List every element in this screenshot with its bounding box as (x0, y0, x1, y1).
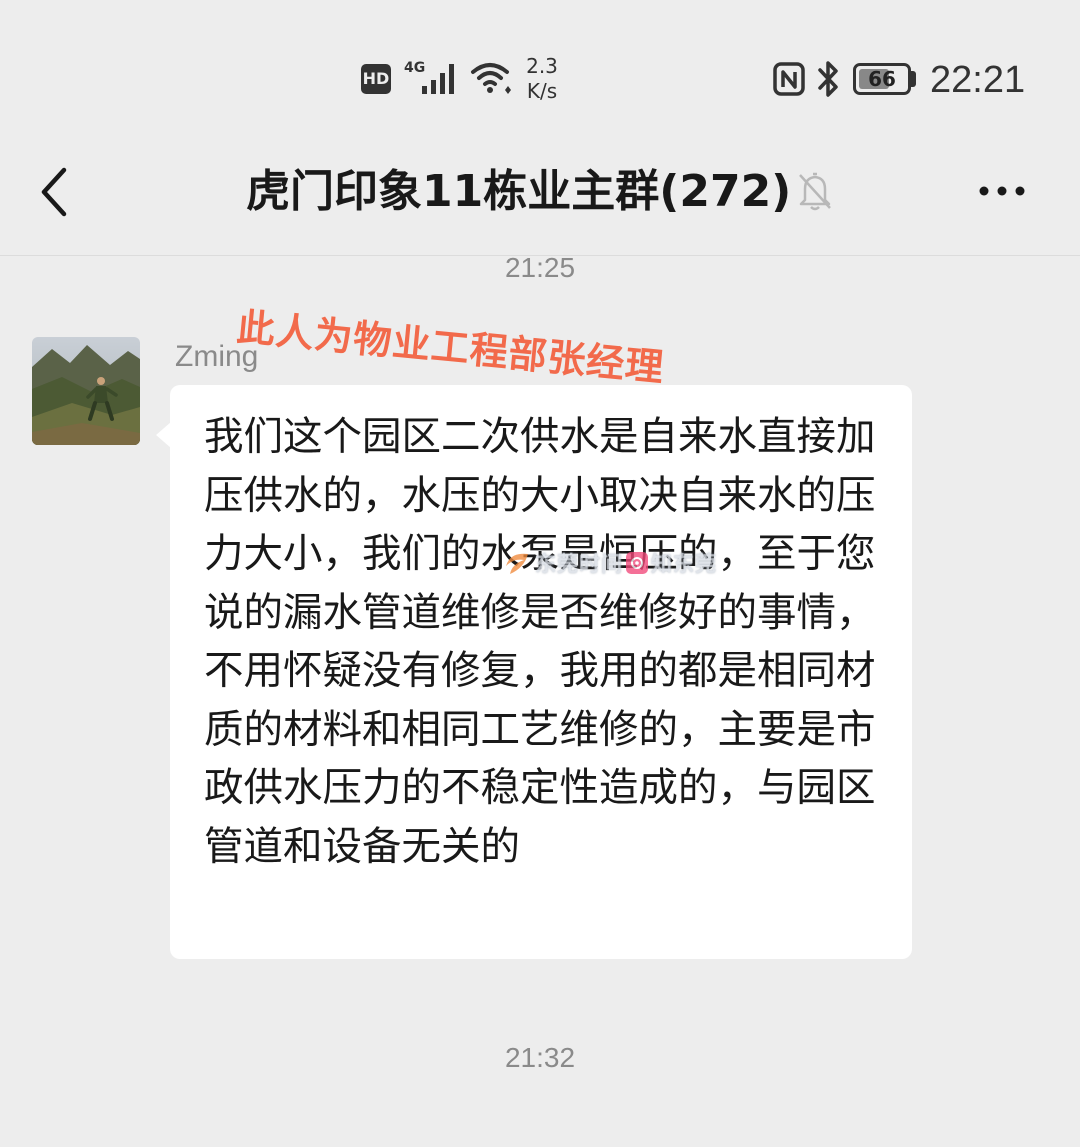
bubble-tail (156, 422, 171, 448)
timestamp-separator: 21:32 (504, 1042, 576, 1073)
muted-bell-icon (799, 172, 831, 211)
timestamp-separator: 21:25 (504, 252, 576, 283)
signal-icon (422, 64, 454, 94)
avatar[interactable] (32, 337, 140, 445)
network-speed-unit: K/s (526, 79, 558, 103)
watermark-logo-icon (506, 553, 528, 574)
battery-icon: 66 (853, 63, 911, 95)
battery-level: 66 (868, 67, 896, 91)
nfc-icon (773, 62, 805, 96)
battery-nub (911, 71, 916, 87)
watermark: 东莞时间 知东莞 (502, 548, 720, 578)
status-bar: HD 4G 2.3 K/s 66 22:21 (0, 0, 1080, 150)
watermark-badge-icon (626, 552, 648, 574)
sender-name: Zming (175, 340, 259, 373)
avatar-photo-icon (32, 337, 140, 445)
status-time: 22:21 (930, 59, 1026, 101)
chat-title: 虎门印象11栋业主群(272) (246, 166, 792, 217)
network-speed-value: 2.3 (526, 54, 558, 78)
more-icon[interactable] (972, 176, 1032, 206)
overlay-annotation: 此人为物业工程部张经理 (234, 304, 667, 390)
network-speed: 2.3 K/s (520, 54, 564, 104)
bluetooth-icon (818, 61, 838, 97)
back-arrow-icon[interactable] (34, 162, 74, 222)
wifi-icon (471, 63, 511, 94)
watermark-right-text: 知东莞 (651, 552, 717, 576)
hd-icon: HD (361, 64, 391, 94)
watermark-left-text: 东莞时间 (535, 552, 623, 576)
message-text: 我们这个园区二次供水是自来水直接加压供水的，水压的大小取决自来水的压力大小，我们… (204, 414, 876, 870)
